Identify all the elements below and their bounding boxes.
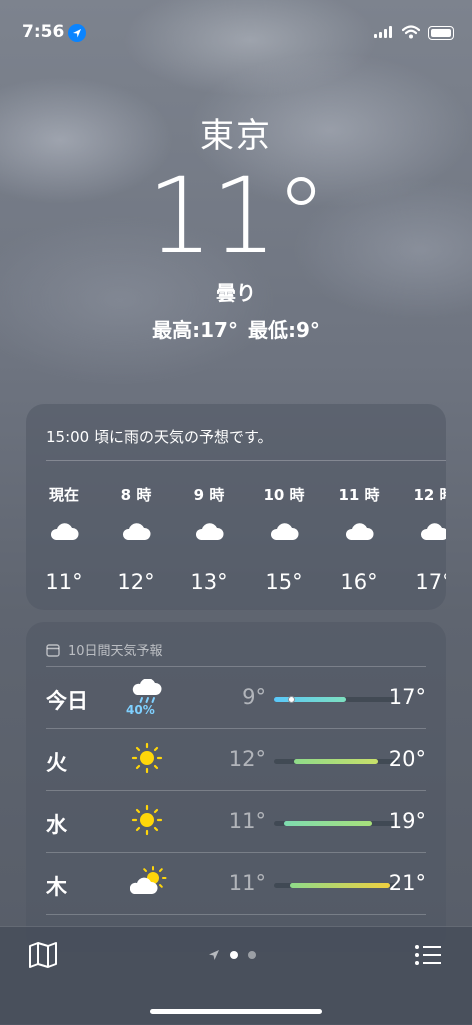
day-name: 火 — [46, 751, 67, 775]
list-icon[interactable] — [414, 943, 442, 967]
page-dot-active — [230, 951, 238, 959]
temp-range-bar — [274, 821, 398, 826]
cloud-icon — [32, 520, 96, 550]
hourly-list[interactable]: 現在 11° 8 時 12° 9 時 13° 10 時 15° 11 時 16°… — [26, 484, 446, 594]
temp-range-fill — [284, 821, 372, 826]
low-temp: 9° — [242, 685, 266, 709]
temp-range-bar — [274, 883, 398, 888]
day-name: 木 — [46, 875, 67, 899]
hour-item: 12 時 17° — [402, 484, 446, 594]
temp-range-bar — [274, 696, 398, 703]
sun-icon — [130, 741, 166, 779]
cloud-icon — [104, 520, 168, 550]
day-name: 水 — [46, 813, 67, 837]
calendar-icon — [46, 643, 60, 657]
high-low: 最高:17° 最低:9° — [0, 314, 472, 343]
day-name: 今日 — [46, 689, 88, 713]
day-row[interactable]: 水 11° 19° — [46, 790, 426, 853]
cellular-signal-icon — [374, 26, 392, 38]
bottom-toolbar — [0, 926, 472, 1025]
hour-label: 10 時 — [263, 486, 305, 504]
map-icon[interactable] — [28, 941, 58, 969]
hour-label: 8 時 — [120, 486, 152, 504]
hour-label: 現在 — [48, 486, 79, 504]
high-temp: 20° — [388, 747, 426, 771]
city-name: 東京 — [200, 116, 272, 156]
hour-temp: 13° — [190, 570, 228, 594]
sun-icon — [130, 803, 166, 841]
hour-temp: 16° — [340, 570, 378, 594]
hour-item: 10 時 15° — [252, 484, 316, 594]
divider — [46, 460, 446, 461]
high-temp: 21° — [388, 871, 426, 895]
day-row[interactable]: 火 12° 20° — [46, 728, 426, 791]
status-bar: 7:56 — [0, 0, 472, 60]
hourly-description: 15:00 頃に雨の天気の予想です。 — [46, 428, 273, 446]
low-temp: 11° — [228, 871, 266, 895]
temp-range-fill — [274, 697, 346, 702]
temp-range-fill — [290, 883, 390, 888]
partly-cloudy-icon — [129, 865, 167, 903]
status-time: 7:56 — [22, 22, 65, 42]
daily-title: 10日間天気予報 — [68, 644, 163, 659]
page-dot — [248, 951, 256, 959]
location-arrow-icon — [68, 24, 86, 42]
temp-range-fill — [294, 759, 378, 764]
hour-label: 11 時 — [338, 486, 380, 504]
current-weather: 東京 11° 曇り 最高:17° 最低:9° — [0, 108, 472, 343]
high-temp: 17° — [388, 685, 426, 709]
page-indicator[interactable] — [208, 949, 256, 961]
hour-label: 12 時 — [413, 486, 446, 504]
hour-label: 9 時 — [193, 486, 225, 504]
battery-icon — [428, 26, 454, 40]
wifi-icon — [402, 25, 420, 39]
daily-forecast-card[interactable]: 10日間天気予報 今日 40% 9° 17° 火 12° 20° 水 11° 1… — [26, 622, 446, 952]
high-temp: 19° — [388, 809, 426, 833]
cloud-icon — [252, 520, 316, 550]
cloud-icon — [177, 520, 241, 550]
daily-header: 10日間天気予報 — [46, 640, 163, 659]
hour-temp: 15° — [265, 570, 303, 594]
location-arrow-icon — [209, 950, 219, 960]
hourly-forecast-card[interactable]: 15:00 頃に雨の天気の予想です。 現在 11° 8 時 12° 9 時 13… — [26, 404, 446, 610]
low-temp: 11° — [228, 809, 266, 833]
hour-item: 現在 11° — [32, 484, 96, 594]
hour-temp: 12° — [117, 570, 155, 594]
low-temp: 12° — [228, 747, 266, 771]
hour-item: 9 時 13° — [177, 484, 241, 594]
day-row[interactable]: 木 11° 21° — [46, 852, 426, 915]
temp-range-bar — [274, 759, 398, 764]
hour-temp: 11° — [45, 570, 83, 594]
day-row[interactable]: 今日 40% 9° 17° — [46, 666, 426, 729]
hour-temp: 17° — [415, 570, 446, 594]
cloud-icon — [402, 520, 446, 550]
precipitation-chance: 40% — [126, 703, 155, 717]
current-temperature: 11° — [146, 155, 327, 277]
cloud-icon — [327, 520, 391, 550]
home-indicator[interactable] — [150, 1009, 322, 1014]
current-temp-marker — [288, 696, 295, 703]
hour-item: 8 時 12° — [104, 484, 168, 594]
current-condition: 曇り — [216, 281, 256, 305]
hour-item: 11 時 16° — [327, 484, 391, 594]
low-temp: 最低:9° — [247, 318, 320, 342]
high-temp: 最高:17° — [152, 318, 238, 342]
